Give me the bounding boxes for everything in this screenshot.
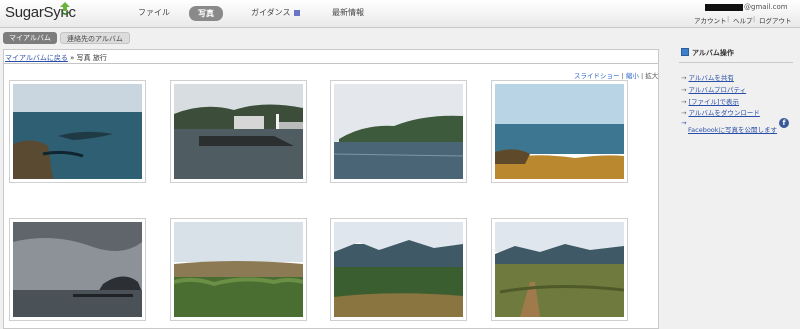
download-album-link[interactable]: → アルバムをダウンロード: [681, 107, 760, 117]
subtab-my-albums[interactable]: マイアルバム: [3, 32, 57, 44]
album-actions-icon: [681, 48, 689, 56]
sidebar-divider: [679, 62, 793, 63]
shrink-link[interactable]: 縮小: [626, 72, 639, 80]
nav-tab-guidance-label: ガイダンス: [251, 8, 291, 17]
photo-thumbnail[interactable]: [491, 218, 628, 321]
nav-tab-photos[interactable]: 写真: [189, 6, 223, 21]
breadcrumb-divider: [4, 63, 658, 64]
sugarsync-logo-icon: [60, 2, 70, 15]
breadcrumb: マイアルバムに戻る » 写真 旅行: [5, 53, 107, 63]
album-actions-title: アルバム操作: [692, 49, 734, 57]
show-in-files-label: [ファイル]で表示: [688, 98, 740, 106]
show-in-files-link[interactable]: → [ファイル]で表示: [681, 96, 739, 106]
user-email: @gmail.com: [705, 3, 788, 11]
link-separator: |: [727, 15, 730, 23]
harbor-lighthouse-photo: [174, 84, 303, 179]
boardwalk-photo: [495, 222, 624, 317]
view-divider: |: [621, 72, 624, 80]
nav-tab-files[interactable]: ファイル: [138, 7, 170, 18]
email-domain: @gmail.com: [744, 3, 788, 11]
top-header: [0, 0, 800, 28]
coastal-rocks-photo: [13, 84, 142, 179]
photo-thumbnail[interactable]: [330, 80, 467, 183]
album-properties-link[interactable]: → アルバムプロパティ: [681, 84, 746, 94]
download-album-label: アルバムをダウンロード: [688, 109, 760, 117]
account-link[interactable]: アカウント: [694, 15, 727, 25]
photo-thumbnail[interactable]: [491, 80, 628, 183]
email-redacted: [705, 3, 743, 11]
photo-thumbnail[interactable]: [170, 218, 307, 321]
arrow-icon: →: [681, 86, 687, 94]
view-divider: |: [640, 72, 644, 80]
arrow-icon: →: [681, 74, 687, 82]
facebook-icon[interactable]: f: [779, 118, 789, 128]
back-to-albums-link[interactable]: マイアルバムに戻る: [5, 54, 68, 62]
cloudy-sea-island-photo: [13, 222, 142, 317]
photo-thumbnail[interactable]: [170, 80, 307, 183]
arrow-icon: →: [681, 109, 687, 117]
arrow-icon: →: [681, 119, 687, 127]
photo-thumbnail[interactable]: [9, 218, 146, 321]
nav-tab-guidance[interactable]: ガイダンス: [251, 7, 300, 18]
guidance-icon: [293, 9, 300, 16]
publish-facebook-label: Facebookに写真を公開します: [688, 126, 778, 134]
logout-link[interactable]: ログアウト: [759, 15, 792, 25]
share-album-label: アルバムを共有: [688, 74, 734, 82]
mountain-wetland-photo: [334, 222, 463, 317]
slideshow-link[interactable]: スライドショー: [574, 72, 620, 80]
breadcrumb-separator: »: [67, 54, 77, 62]
sunset-coast-photo: [495, 84, 624, 179]
breadcrumb-current: 写真 旅行: [76, 54, 107, 62]
photo-thumbnail[interactable]: [9, 80, 146, 183]
grassland-photo: [174, 222, 303, 317]
subtab-contact-albums[interactable]: 連絡先のアルバム: [60, 32, 130, 44]
help-link[interactable]: ヘルプ: [733, 15, 753, 25]
nav-tab-news[interactable]: 最新情報: [332, 7, 364, 18]
album-properties-label: アルバムプロパティ: [688, 86, 747, 94]
photo-thumbnail[interactable]: [330, 218, 467, 321]
enlarge-label: 拡大: [645, 72, 659, 80]
link-separator: |: [753, 15, 756, 23]
publish-facebook-link[interactable]: Facebookに写真を公開します: [688, 124, 777, 134]
share-album-link[interactable]: → アルバムを共有: [681, 72, 734, 82]
cliff-sea-photo: [334, 84, 463, 179]
arrow-icon: →: [681, 98, 687, 106]
view-controls: スライドショー | 縮小 | 拡大: [574, 70, 658, 80]
